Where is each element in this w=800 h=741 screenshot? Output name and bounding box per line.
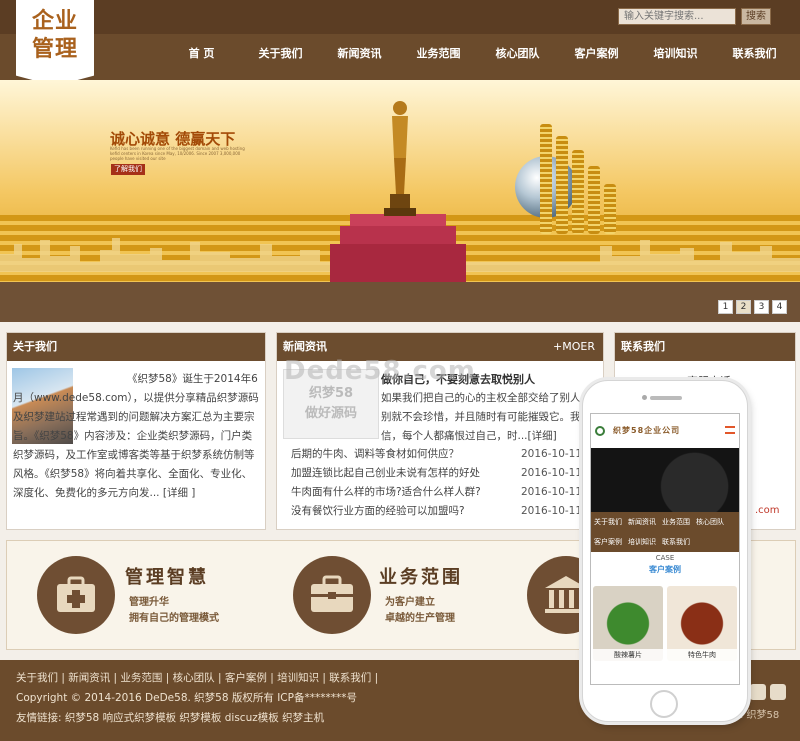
mobile-case-image[interactable]: 酸辣薯片 — [593, 586, 663, 661]
nav-news[interactable]: 新闻资讯 — [320, 36, 399, 72]
nav-business[interactable]: 业务范围 — [399, 36, 478, 72]
contact-panel-title: 联系我们 — [615, 333, 795, 361]
footer-nav-links[interactable]: 关于我们 | 新闻资讯 | 业务范围 | 核心团队 | 客户案例 | 培训知识 … — [16, 670, 378, 685]
phone-speaker — [650, 396, 682, 400]
mobile-case-caption: 特色牛肉 — [667, 649, 737, 661]
service-desc-line1: 管理升华 — [129, 597, 169, 608]
news-list-item[interactable]: 牛肉面有什么样的市场?适合什么样人群? 2016-10-11 — [291, 483, 591, 502]
mobile-case-caption: 酸辣薯片 — [593, 649, 663, 661]
logo-line-1: 企业 — [31, 8, 78, 34]
main-nav: 首 页 关于我们 新闻资讯 业务范围 核心团队 客户案例 培训知识 联系我们 — [162, 36, 794, 72]
mobile-menu-icon[interactable] — [725, 426, 735, 434]
phone-camera — [642, 395, 647, 400]
mobile-nav: 关于我们 新闻资讯 业务范围 核心团队 客户案例 培训知识 联系我们 — [591, 512, 739, 552]
banner-pager: 1 2 3 4 — [718, 300, 787, 314]
mobile-case-image[interactable]: 特色牛肉 — [667, 586, 737, 661]
nav-cases[interactable]: 客户案例 — [557, 36, 636, 72]
about-panel-title: 关于我们 — [7, 333, 265, 361]
banner-learn-more-button[interactable]: 了解我们 — [111, 164, 145, 175]
banner-page-3[interactable]: 3 — [754, 300, 769, 314]
nav-team[interactable]: 核心团队 — [478, 36, 557, 72]
news-item-date: 2016-10-11 — [521, 486, 583, 498]
banner-page-4[interactable]: 4 — [772, 300, 787, 314]
service-title: 业务范围 — [379, 567, 463, 588]
site-logo[interactable]: 企业 管理 — [16, 0, 94, 86]
coin-stack-icon — [604, 184, 616, 234]
mobile-header-title: 织梦58企业公司 — [591, 414, 739, 448]
coin-stack-icon — [540, 124, 552, 234]
trophy-icon — [384, 101, 416, 216]
footer-copyright: Copyright © 2014-2016 DeDe58. 织梦58 版权所有 … — [16, 692, 357, 704]
nav-training[interactable]: 培训知识 — [636, 36, 715, 72]
hero-banner[interactable]: 诚心诚意 德赢天下 Kefid has been running one of … — [0, 80, 800, 282]
news-item-title[interactable]: 没有餐饮行业方面的经验可以加盟吗? — [291, 505, 465, 517]
coin-stack-icon — [556, 136, 568, 234]
mobile-banner[interactable] — [591, 448, 739, 512]
weibo-icon[interactable] — [770, 684, 786, 700]
about-panel: 关于我们 《织梦58》诞生于2014年6月（www.dede58.com），以提… — [6, 332, 266, 530]
coin-stack-icon — [572, 150, 584, 234]
news-more-link[interactable]: +MOER — [553, 333, 595, 361]
search-button[interactable]: 搜索 — [741, 8, 771, 25]
mobile-case-en: CASE — [655, 554, 675, 562]
briefcase-icon — [293, 556, 371, 634]
news-item-date: 2016-10-11 — [521, 467, 583, 479]
banner-description: Kefid has been running one of the bigges… — [110, 146, 245, 161]
mobile-nav-item[interactable]: 关于我们 — [591, 512, 625, 532]
mobile-nav-item[interactable]: 培训知识 — [625, 532, 659, 552]
mobile-nav-item[interactable]: 客户案例 — [591, 532, 625, 552]
search-input[interactable] — [618, 8, 736, 25]
service-desc-line1: 为客户建立 — [385, 597, 435, 608]
contact-website[interactable]: .com — [755, 505, 780, 516]
banner-page-1[interactable]: 1 — [718, 300, 733, 314]
mobile-nav-item[interactable]: 新闻资讯 — [625, 512, 659, 532]
about-text: 《织梦58》诞生于2014年6月（www.dede58.com），以提供分享精品… — [13, 373, 259, 499]
news-list-item[interactable]: 后期的牛肉、调料等食材如何供应？ 2016-10-11 — [291, 445, 591, 464]
news-thumb-line-1: 织梦58 — [308, 386, 354, 401]
phone-home-button — [650, 690, 678, 718]
news-item-title[interactable]: 牛肉面有什么样的市场?适合什么样人群? — [291, 486, 481, 498]
nav-contact[interactable]: 联系我们 — [715, 36, 794, 72]
nav-home[interactable]: 首 页 — [162, 36, 241, 72]
logo-line-2: 管理 — [31, 36, 78, 62]
banner-page-2[interactable]: 2 — [736, 300, 751, 314]
news-featured-text: 如果我们把自己的心的主权全部交给了别人，别就不会珍惜，并且随时有可能摧毁它。我相… — [381, 392, 591, 442]
news-item-title[interactable]: 加盟连锁比起自己创业未说有怎样的好处 — [291, 467, 480, 479]
nav-about[interactable]: 关于我们 — [241, 36, 320, 72]
coin-stack-icon — [588, 166, 600, 234]
first-aid-kit-icon — [37, 556, 115, 634]
mobile-nav-item[interactable]: 业务范围 — [659, 512, 693, 532]
mobile-search-icon[interactable] — [595, 426, 605, 436]
mobile-nav-item[interactable]: 核心团队 — [693, 512, 727, 532]
news-list-item[interactable]: 没有餐饮行业方面的经验可以加盟吗? 2016-10-11 — [291, 502, 591, 521]
mobile-case-title: 客户案例 — [649, 565, 681, 574]
news-item-title[interactable]: 后期的牛肉、调料等食材如何供应？ — [291, 448, 459, 460]
mobile-nav-item[interactable]: 联系我们 — [659, 532, 693, 552]
watermark-text: Dede58.com — [284, 356, 476, 386]
rss-icon[interactable] — [750, 684, 766, 700]
service-desc-line2: 拥有自己的管理模式 — [129, 613, 219, 624]
service-desc-line2: 卓越的生产管理 — [385, 613, 455, 624]
news-item-date: 2016-10-11 — [521, 505, 583, 517]
service-title: 管理智慧 — [125, 567, 209, 588]
phone-screen: 织梦58企业公司 关于我们 新闻资讯 业务范围 核心团队 客户案例 培训知识 联… — [590, 413, 740, 685]
news-thumb-line-2: 做好源码 — [304, 406, 357, 421]
news-list-item[interactable]: 加盟连锁比起自己创业未说有怎样的好处 2016-10-11 — [291, 464, 591, 483]
footer-friend-links[interactable]: 友情链接: 织梦58 响应式织梦模板 织梦模板 discuz模板 织梦主机 — [16, 710, 324, 725]
banner-footer-strip — [0, 282, 800, 322]
news-item-date: 2016-10-11 — [521, 448, 583, 460]
